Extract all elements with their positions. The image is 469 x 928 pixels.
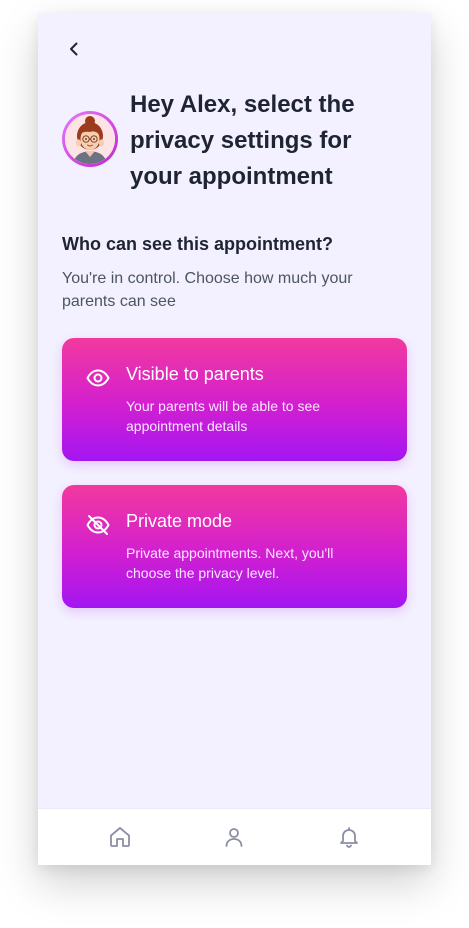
- option-private-mode[interactable]: Private mode Private appointments. Next,…: [62, 485, 407, 608]
- avatar: [62, 111, 118, 167]
- bottom-navigation: [38, 808, 431, 865]
- back-button[interactable]: [62, 37, 86, 61]
- nav-notifications-button[interactable]: [337, 825, 361, 849]
- bell-icon: [340, 827, 358, 848]
- avatar-illustration: [65, 114, 115, 164]
- nav-profile-button[interactable]: [222, 825, 246, 849]
- eye-icon: [86, 369, 110, 387]
- page-title: Hey Alex, select the privacy settings fo…: [130, 91, 355, 190]
- phone-screen: Hey Alex, select the privacy settings fo…: [38, 13, 431, 865]
- option-description: Your parents will be able to see appoint…: [126, 398, 321, 434]
- option-title: Private mode: [126, 511, 233, 531]
- option-visible-to-parents[interactable]: Visible to parents Your parents will be …: [62, 338, 407, 461]
- home-icon: [110, 827, 130, 847]
- nav-home-button[interactable]: [108, 825, 132, 849]
- chevron-left-icon: [70, 42, 78, 56]
- section-subtitle: You're in control. Choose how much your …: [62, 270, 353, 310]
- option-title: Visible to parents: [126, 364, 264, 384]
- eye-off-icon: [86, 515, 110, 535]
- profile-icon: [225, 828, 243, 847]
- option-description: Private appointments. Next, you'll choos…: [126, 545, 334, 581]
- section-heading: Who can see this appointment?: [62, 234, 334, 254]
